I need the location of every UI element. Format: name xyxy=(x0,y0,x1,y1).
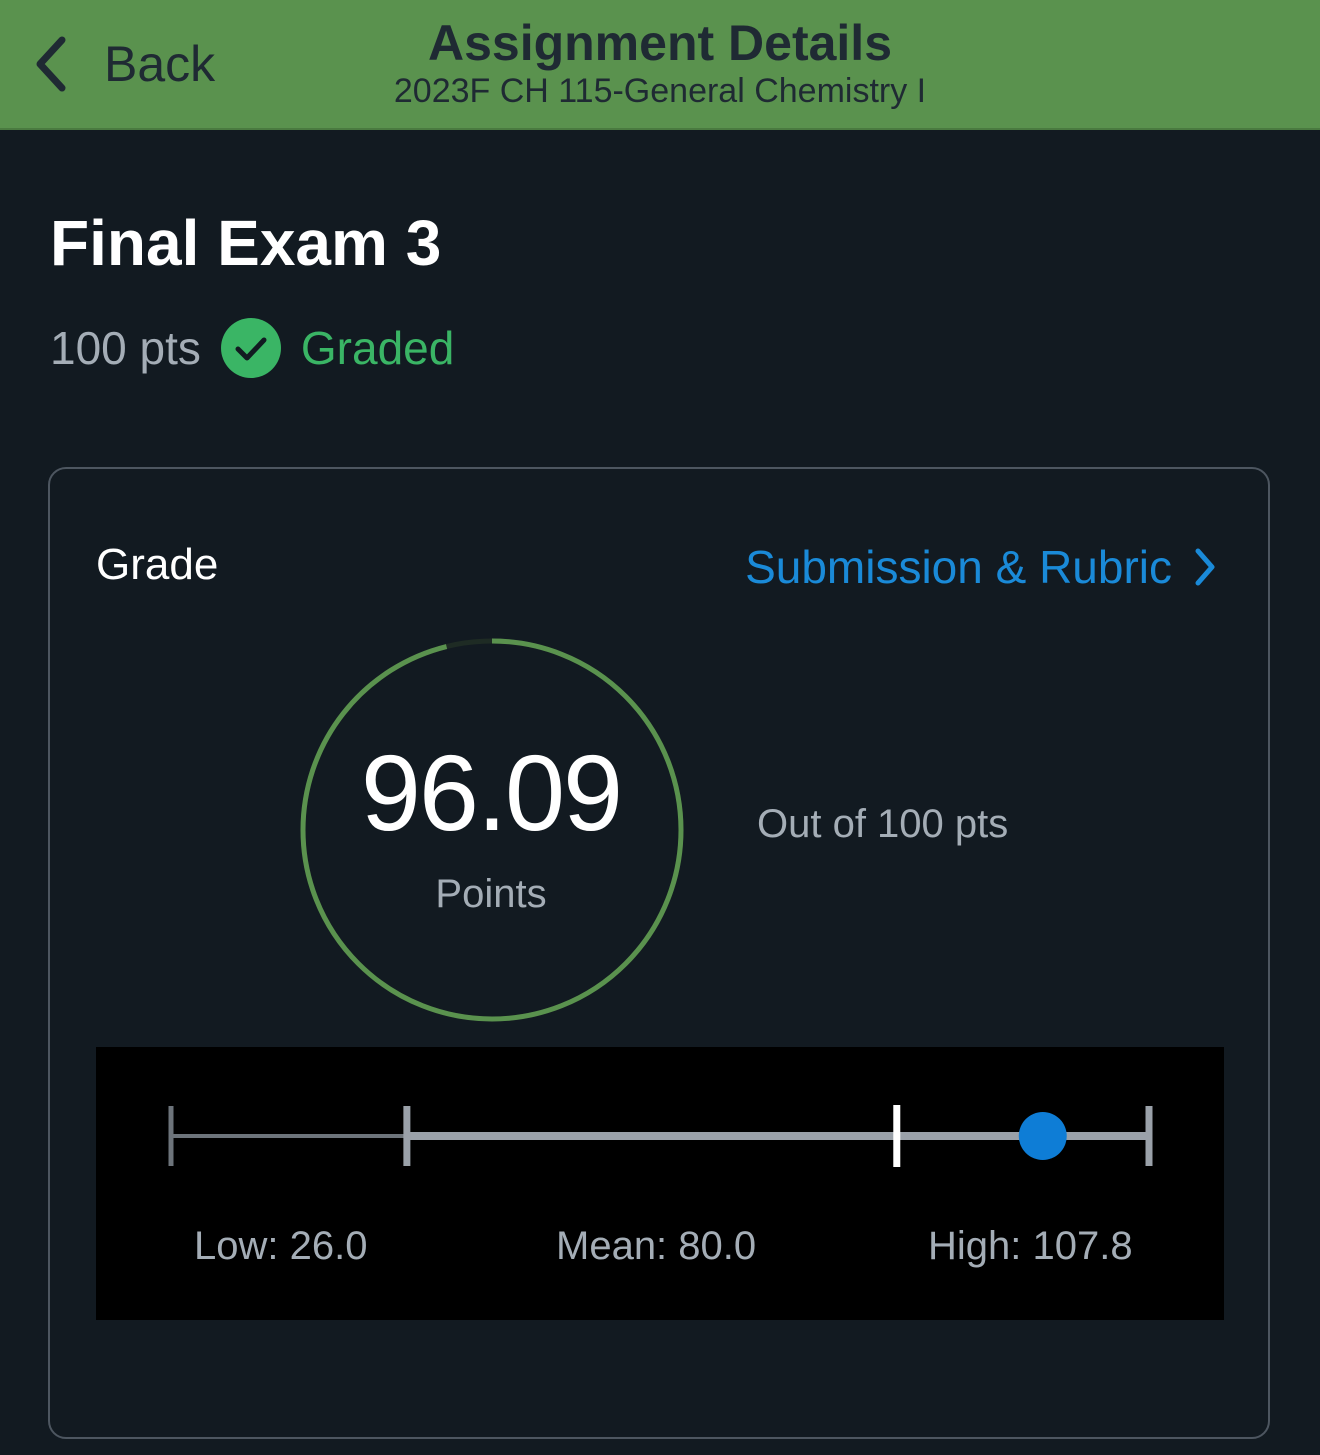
mean-stat: Mean: 80.0 xyxy=(556,1224,757,1268)
submission-rubric-link[interactable]: Submission & Rubric xyxy=(745,537,1216,597)
course-subtitle: 2023F CH 115-General Chemistry I xyxy=(393,72,927,110)
high-stat: High: 107.8 xyxy=(928,1224,1133,1268)
submission-rubric-label: Submission & Rubric xyxy=(745,541,1172,593)
app-header: Back Assignment Details 2023F CH 115-Gen… xyxy=(0,0,1320,130)
status-badge: Graded xyxy=(300,322,455,374)
check-circle-icon xyxy=(220,318,281,378)
page-title: Assignment Details xyxy=(427,15,892,71)
points-possible: 100 pts xyxy=(50,322,201,374)
score-marker xyxy=(1018,1112,1067,1160)
assignment-title: Final Exam 3 xyxy=(50,207,442,279)
chevron-right-icon xyxy=(1195,548,1215,586)
assignment-meta: 100 pts Graded xyxy=(50,312,454,384)
low-stat: Low: 26.0 xyxy=(194,1224,368,1268)
grade-label: Grade xyxy=(96,540,219,589)
distribution-chart xyxy=(168,1105,1153,1167)
points-label: Points xyxy=(435,872,547,916)
score-distribution xyxy=(96,1047,1224,1320)
out-of-label: Out of 100 pts xyxy=(757,802,1009,846)
score-value: 96.09 xyxy=(360,732,623,853)
